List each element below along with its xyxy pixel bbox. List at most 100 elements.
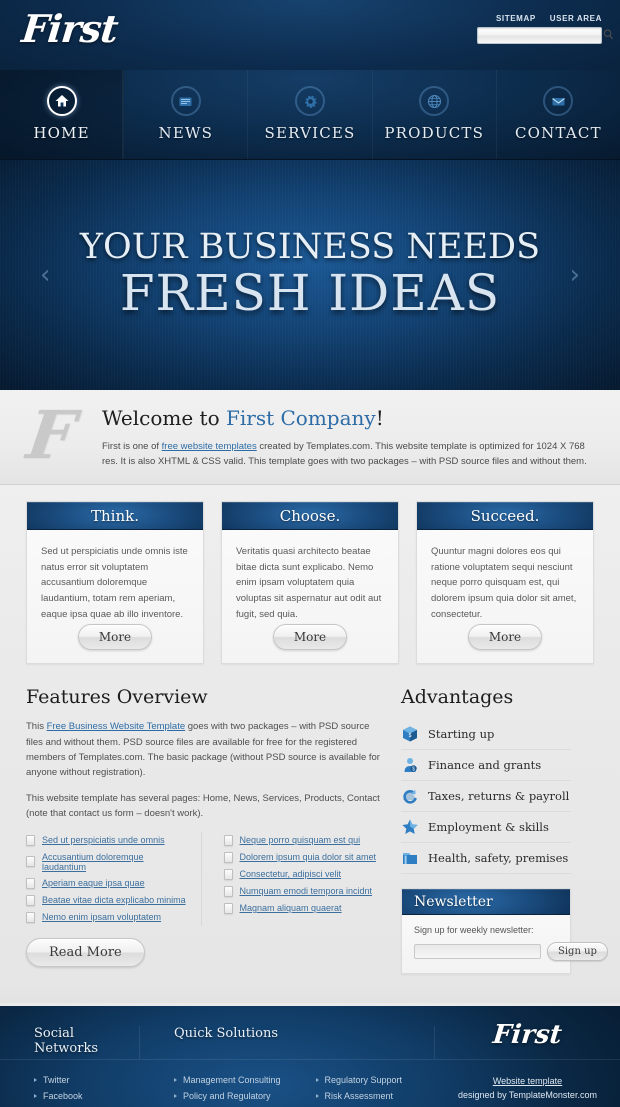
gear-icon <box>295 86 325 116</box>
nav-item-products[interactable]: PRODUCTS <box>373 70 497 159</box>
list-item[interactable]: Magnam aliquam quaerat <box>223 900 385 917</box>
arrow-refresh-icon <box>401 787 419 805</box>
card-more-button[interactable]: More <box>467 624 543 651</box>
list-item-label: Consectetur, adipisci velit <box>239 869 342 880</box>
sitemap-link[interactable]: SITEMAP <box>496 14 536 23</box>
welcome-section: F Welcome to First Company! First is one… <box>0 390 620 485</box>
welcome-text-1: First is one of <box>102 441 162 452</box>
footer-quick-col-2: Regulatory Support Risk Assessment Chang… <box>315 1072 436 1107</box>
nav-label-home: HOME <box>33 124 90 142</box>
list-item-label: Accusantium doloremque laudantium <box>42 851 144 872</box>
page-icon <box>223 851 233 863</box>
advantage-item-employment[interactable]: Employment & skills <box>401 812 571 844</box>
footer-headings: Social Networks Quick Solutions First <box>0 1006 620 1060</box>
welcome-title: Welcome to First Company! <box>102 406 594 430</box>
free-website-templates-link[interactable]: free website templates <box>162 441 257 452</box>
list-item[interactable]: Dolorem ipsum quia dolor sit amet <box>223 849 385 866</box>
nav-item-services[interactable]: SERVICES <box>248 70 373 159</box>
advantage-item-health[interactable]: Health, safety, premises <box>401 843 571 875</box>
footer-link-policy-regulatory[interactable]: Policy and Regulatory <box>174 1088 294 1104</box>
cube-icon: $ <box>401 725 419 743</box>
list-item-label: Magnam aliquam quaerat <box>239 903 342 914</box>
advantage-item-starting-up[interactable]: $ Starting up <box>401 719 571 751</box>
footer-social-heading: Social Networks <box>0 1025 140 1059</box>
features-overview: Features Overview This Free Business Web… <box>26 686 384 982</box>
welcome-title-accent: First Company <box>226 406 376 430</box>
footer-logo-wrap: First <box>435 1020 620 1059</box>
page-icon <box>223 868 233 880</box>
card-text: Sed ut perspiciatis unde omnis iste natu… <box>41 546 188 620</box>
cards-section: Think. Sed ut perspiciatis unde omnis is… <box>0 485 620 665</box>
footer-link-change-management[interactable]: Change Management <box>316 1104 436 1107</box>
chevron-right-icon <box>174 1077 177 1082</box>
search-button[interactable] <box>603 28 614 43</box>
footer-link-market-assessment[interactable]: Market Assessment <box>174 1104 294 1107</box>
advantage-label: Taxes, returns & payroll <box>428 789 570 804</box>
newsletter-header: Newsletter <box>402 889 570 916</box>
list-item-label: Neque porro quisquam est qui <box>239 835 361 846</box>
search-input[interactable] <box>478 30 603 41</box>
list-item[interactable]: Sed ut perspiciatis unde omnis <box>26 832 187 849</box>
footer-link-risk-assessment[interactable]: Risk Assessment <box>315 1088 436 1104</box>
slider-prev-arrow[interactable]: ‹ <box>40 260 50 290</box>
list-item[interactable]: Nemo enim ipsam voluptatem <box>26 909 187 926</box>
card-title: Think. <box>91 506 139 525</box>
search-box[interactable] <box>477 27 614 44</box>
credit-line-1: Website template <box>435 1074 620 1089</box>
newsletter-signup-button[interactable]: Sign up <box>547 942 608 962</box>
chevron-right-icon <box>174 1093 177 1098</box>
advantage-label: Health, safety, premises <box>428 851 569 866</box>
footer-link-regulatory-support[interactable]: Regulatory Support <box>315 1072 436 1088</box>
list-item[interactable]: Aperiam eaque ipsa quae <box>26 875 187 892</box>
page-icon <box>26 877 35 889</box>
free-business-template-link[interactable]: Free Business Website Template <box>47 721 186 732</box>
website-template-link[interactable]: Website template <box>493 1076 562 1086</box>
list-item-label: Beatae vitae dicta explicabo minima <box>42 895 186 906</box>
list-item-label: Dolorem ipsum quia dolor sit amet <box>239 852 377 863</box>
slider-next-arrow[interactable]: › <box>570 260 580 290</box>
list-item[interactable]: Neque porro quisquam est qui <box>223 832 385 849</box>
chevron-right-icon <box>315 1093 319 1098</box>
hero-line-1: YOUR BUSINESS NEEDS <box>79 227 541 268</box>
read-more-button[interactable]: Read More <box>26 937 145 967</box>
list-item-label: Sed ut perspiciatis unde omnis <box>42 835 165 846</box>
footer-link-facebook[interactable]: Facebook <box>34 1088 140 1104</box>
advantages-panel: Advantages $ Starting up $ Finance and g… <box>401 686 608 982</box>
news-icon <box>170 86 201 116</box>
globe-icon <box>419 86 450 116</box>
footer-credits: Website template designed by TemplateMon… <box>435 1072 620 1107</box>
card-more-button[interactable]: More <box>272 624 348 651</box>
page-root: First SITEMAP USER AREA HOME NEWS SERVIC… <box>0 0 620 1107</box>
footer-logo[interactable]: First <box>492 1020 564 1050</box>
list-item-label: Nemo enim ipsam voluptatem <box>42 912 162 923</box>
newsletter-email-input[interactable] <box>414 944 541 960</box>
footer-link-flickr[interactable]: Flickr <box>34 1104 140 1107</box>
advantage-item-taxes[interactable]: Taxes, returns & payroll <box>401 781 571 813</box>
card-header: Choose. <box>222 502 398 530</box>
list-item[interactable]: Consectetur, adipisci velit <box>223 866 385 883</box>
user-area-link[interactable]: USER AREA <box>550 14 602 23</box>
card-title: Choose. <box>279 506 341 525</box>
nav-item-home[interactable]: HOME <box>0 70 125 159</box>
lower-section: Features Overview This Free Business Web… <box>0 664 620 983</box>
page-icon <box>26 856 35 868</box>
chevron-right-icon <box>34 1077 37 1082</box>
list-item[interactable]: Accusantium doloremque laudantium <box>26 849 187 875</box>
list-item[interactable]: Numquam emodi tempora incidnt <box>223 883 385 900</box>
nav-item-contact[interactable]: CONTACT <box>497 70 620 159</box>
card-header: Succeed. <box>417 502 593 530</box>
site-logo[interactable]: First <box>20 6 120 51</box>
footer-social-links: Twitter Facebook Flickr Blogger <box>0 1072 140 1107</box>
features-paragraph-1: This Free Business Website Template goes… <box>26 719 384 781</box>
card-more-button[interactable]: More <box>77 624 153 651</box>
credit-block-template: Website template designed by TemplateMon… <box>435 1074 620 1104</box>
list-item[interactable]: Beatae vitae dicta explicabo minima <box>26 892 187 909</box>
footer-link-twitter[interactable]: Twitter <box>34 1072 140 1088</box>
advantage-item-finance[interactable]: $ Finance and grants <box>401 750 571 782</box>
welcome-title-prefix: Welcome to <box>102 406 226 430</box>
nav-item-news[interactable]: NEWS <box>124 70 249 159</box>
folder-icon <box>401 849 419 867</box>
page-icon <box>26 894 35 906</box>
footer-link-management-consulting[interactable]: Management Consulting <box>174 1072 294 1088</box>
credit-line-1-text: designed by TemplateMonster.com <box>458 1090 597 1101</box>
